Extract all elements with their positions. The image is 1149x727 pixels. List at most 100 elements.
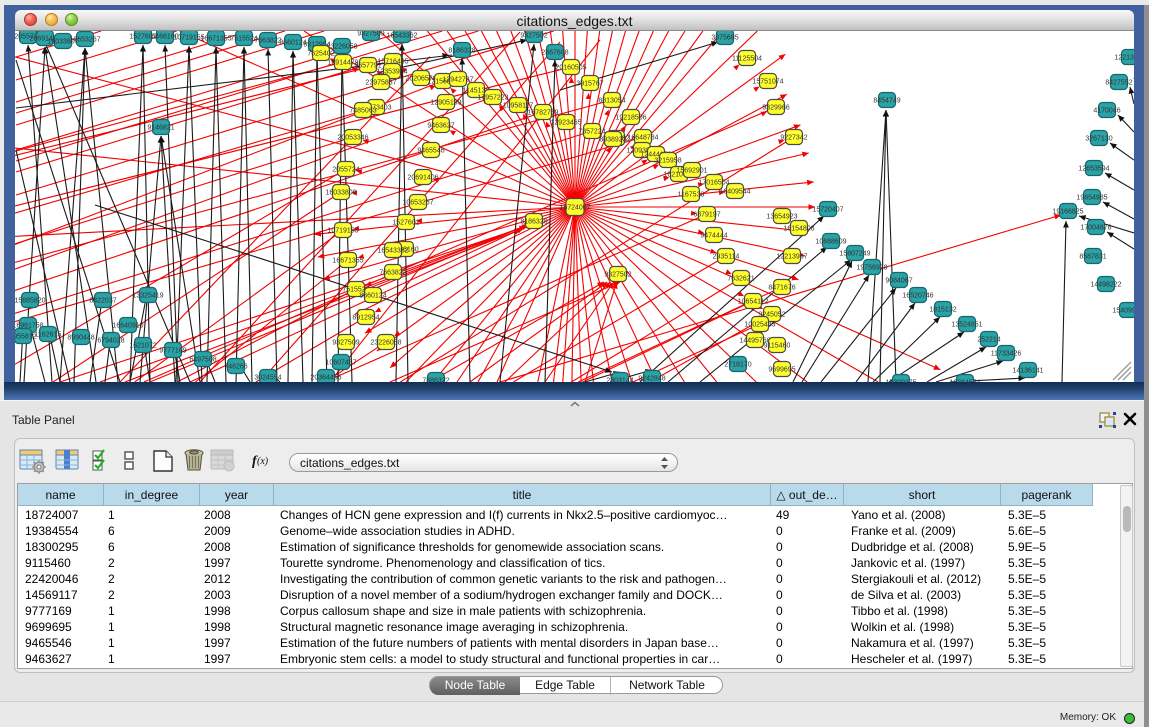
svg-text:15300275: 15300275: [885, 379, 916, 382]
svg-text:2803144: 2803144: [606, 377, 633, 382]
svg-text:20364456: 20364456: [310, 374, 341, 381]
svg-text:14498222: 14498222: [1090, 281, 1121, 288]
svg-text:252214: 252214: [977, 336, 1000, 343]
svg-text:7632621: 7632621: [727, 275, 754, 282]
svg-text:8660124: 8660124: [359, 292, 386, 299]
svg-text:13654923: 13654923: [766, 213, 797, 220]
svg-text:12905139: 12905139: [430, 99, 461, 106]
svg-text:10653267: 10653267: [69, 36, 100, 43]
svg-text:12653594: 12653594: [1078, 165, 1109, 172]
svg-text:10719155: 10719155: [327, 227, 358, 234]
svg-text:15409948: 15409948: [1112, 307, 1134, 314]
svg-text:16671355: 16671355: [200, 35, 231, 42]
svg-text:10607487: 10607487: [325, 359, 356, 366]
svg-text:15885820: 15885820: [15, 297, 46, 304]
svg-text:17957223: 17957223: [477, 94, 508, 101]
svg-text:2867608: 2867608: [541, 49, 568, 56]
svg-text:3915767: 3915767: [576, 80, 603, 87]
svg-text:9327502: 9327502: [604, 271, 631, 278]
svg-text:20053346: 20053346: [337, 134, 368, 141]
svg-text:20691406: 20691406: [407, 174, 438, 181]
svg-text:19218506: 19218506: [615, 114, 646, 121]
svg-text:13325419: 13325419: [132, 292, 163, 299]
svg-text:11125504: 11125504: [732, 55, 762, 62]
svg-text:12942737: 12942737: [442, 76, 473, 83]
svg-text:12923465: 12923465: [550, 119, 581, 126]
svg-text:20160505: 20160505: [555, 64, 586, 71]
svg-text:9327502: 9327502: [520, 32, 547, 39]
svg-text:11733426: 11733426: [991, 350, 1022, 357]
svg-text:14136141: 14136141: [1012, 367, 1043, 374]
svg-text:8587831: 8587831: [1079, 253, 1106, 260]
svg-text:6497508: 6497508: [189, 356, 216, 363]
svg-text:1162615: 1162615: [35, 331, 62, 338]
svg-text:7663822: 7663822: [254, 37, 281, 44]
svg-text:12213967: 12213967: [776, 253, 807, 260]
svg-text:15751074: 15751074: [752, 78, 783, 85]
svg-text:15807249: 15807249: [839, 250, 870, 257]
svg-text:6794028: 6794028: [97, 337, 124, 344]
svg-text:1527602: 1527602: [392, 219, 419, 226]
svg-text:8938923: 8938923: [599, 136, 626, 143]
svg-text:4170046: 4170046: [1093, 107, 1120, 114]
svg-text:15692901: 15692901: [676, 167, 707, 174]
svg-text:3215958: 3215958: [654, 157, 681, 164]
svg-text:3267130: 3267130: [1085, 135, 1112, 142]
svg-text:10688609: 10688609: [815, 238, 846, 245]
svg-text:3024554: 3024554: [254, 374, 281, 381]
svg-text:19384554: 19384554: [949, 379, 980, 382]
svg-text:16543362: 16543362: [377, 247, 408, 254]
svg-text:10653267: 10653267: [402, 199, 433, 206]
svg-text:1621072: 1621072: [129, 342, 156, 349]
svg-text:16648784: 16648784: [627, 134, 658, 141]
svg-text:8471676: 8471676: [768, 284, 795, 291]
svg-text:16520746: 16520746: [902, 292, 933, 299]
svg-text:23975887: 23975887: [365, 79, 396, 86]
svg-text:9242848: 9242848: [638, 375, 665, 382]
svg-text:9115460: 9115460: [764, 342, 791, 349]
svg-text:16033809: 16033809: [325, 189, 356, 196]
svg-text:19166825: 19166825: [1052, 208, 1083, 215]
svg-text:23226058: 23226058: [370, 339, 401, 346]
svg-text:10025433: 10025433: [744, 321, 775, 328]
svg-text:7663822: 7663822: [379, 269, 406, 276]
svg-text:9227342: 9227342: [780, 134, 807, 141]
svg-text:3875685: 3875685: [711, 34, 738, 41]
svg-text:8322037: 8322037: [89, 297, 116, 304]
svg-text:7485063: 7485063: [349, 107, 376, 114]
svg-text:9327509: 9327509: [357, 31, 384, 37]
svg-text:8454749: 8454749: [873, 97, 900, 104]
svg-text:17004678: 17004678: [1080, 224, 1111, 231]
svg-text:2718170: 2718170: [724, 361, 751, 368]
svg-text:8427552: 8427552: [1105, 79, 1132, 86]
svg-text:17016504: 17016504: [698, 179, 729, 186]
svg-text:7625402: 7625402: [307, 50, 334, 57]
svg-text:2935114: 2935114: [713, 253, 740, 260]
svg-text:23226058: 23226058: [326, 43, 357, 50]
svg-text:10654112: 10654112: [738, 298, 769, 305]
svg-text:8186328: 8186328: [448, 47, 475, 54]
svg-text:9474444: 9474444: [700, 232, 727, 239]
svg-text:15720407: 15720407: [812, 206, 843, 213]
svg-text:12213303: 12213303: [1114, 54, 1134, 61]
svg-text:8912954: 8912954: [352, 314, 379, 321]
svg-text:16640910: 16640910: [112, 322, 143, 329]
svg-text:19654985: 19654985: [1076, 194, 1107, 201]
svg-text:9329966: 9329966: [762, 104, 789, 111]
svg-text:2055724: 2055724: [332, 166, 359, 173]
svg-text:9463627: 9463627: [427, 122, 454, 129]
svg-text:16154808: 16154808: [783, 225, 814, 232]
svg-text:16543362: 16543362: [386, 32, 417, 39]
svg-text:9699695: 9699695: [768, 366, 795, 373]
svg-text:8813054: 8813054: [598, 97, 625, 104]
svg-text:7955812: 7955812: [15, 333, 37, 340]
svg-text:(x): (x): [257, 456, 269, 467]
svg-text:8990448: 8990448: [67, 334, 94, 341]
svg-text:16782759: 16782759: [527, 109, 558, 116]
svg-text:8186328: 8186328: [520, 218, 547, 225]
svg-text:13524851: 13524851: [951, 321, 982, 328]
svg-text:6879197: 6879197: [693, 211, 720, 218]
svg-text:10958117: 10958117: [503, 102, 534, 109]
svg-text:9327509: 9327509: [332, 339, 359, 346]
svg-text:18724007: 18724007: [559, 204, 590, 211]
